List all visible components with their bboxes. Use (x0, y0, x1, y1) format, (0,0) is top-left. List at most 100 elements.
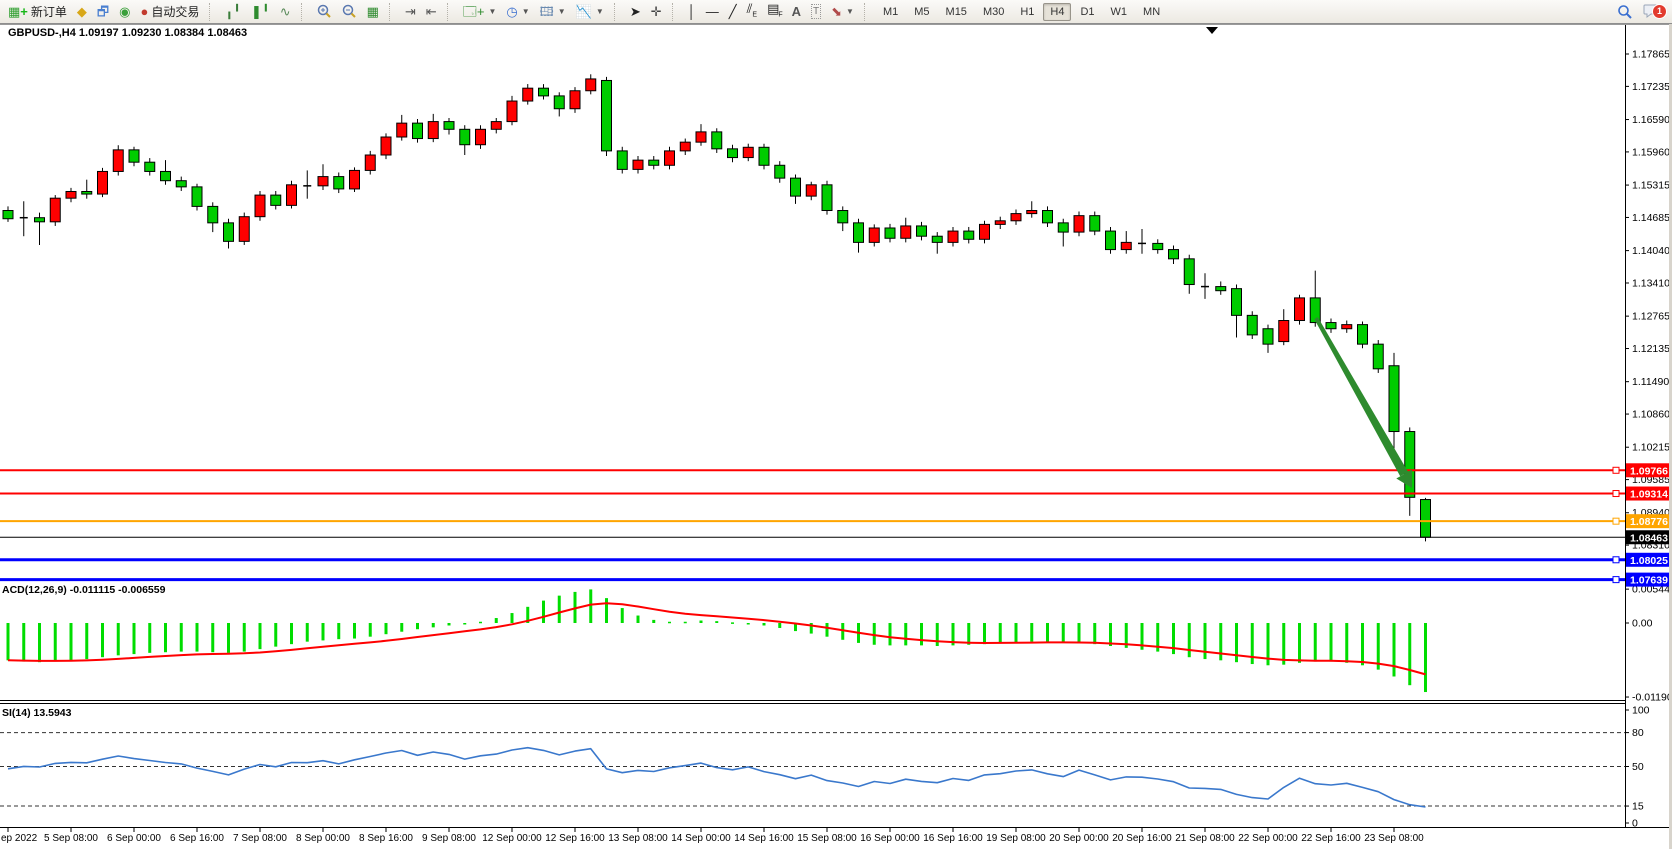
macd-histogram-bar (542, 601, 545, 623)
line-handle[interactable] (1613, 491, 1619, 497)
time-axis-label: 23 Sep 08:00 (1364, 833, 1424, 844)
trendline-tool-button[interactable]: ╱ (724, 3, 742, 20)
macd-histogram-bar (621, 608, 624, 623)
macd-histogram-bar (101, 623, 104, 657)
terminal-button[interactable]: 🗗 (92, 3, 114, 20)
trendline-icon: ╱ (729, 5, 737, 18)
time-axis-label: 5 Sep 08:00 (44, 833, 98, 844)
hline-tool-button[interactable]: — (701, 3, 724, 20)
timeframe-button-d1[interactable]: D1 (1073, 3, 1101, 21)
new-order-icon: ▦+ (8, 5, 28, 18)
candle-down (1326, 323, 1336, 329)
bar-chart-mode-button[interactable]: ╻╹ (220, 3, 246, 20)
macd-histogram-bar (38, 623, 41, 662)
indicators-button[interactable]: 📉▼ (571, 3, 609, 20)
macd-histogram-bar (148, 623, 151, 653)
toolbar-separator (864, 3, 870, 21)
arrows-tool-button[interactable]: ⬊▼ (826, 3, 859, 20)
macd-histogram-bar (1424, 623, 1427, 692)
macd-histogram-bar (589, 589, 592, 623)
price-chart[interactable]: 1.178651.172351.165901.159601.153151.146… (0, 0, 1672, 849)
auto-trading-button[interactable]: ● 自动交易 (135, 3, 204, 20)
candlestick-icon: ❚╹ (251, 5, 270, 18)
crosshair-tool-button[interactable]: ✛ (646, 3, 667, 20)
toolbar-separator (209, 3, 215, 21)
cursor-icon: ➤ (630, 5, 641, 18)
candle-down (964, 231, 974, 239)
macd-histogram-bar (936, 623, 939, 646)
candle-down (539, 88, 549, 96)
candle-up (287, 185, 297, 206)
signals-button[interactable]: ◉ (114, 3, 135, 20)
notifications-button[interactable]: 1 (1643, 3, 1660, 21)
candle-down (1263, 329, 1273, 344)
candle-up (397, 123, 407, 137)
timeframe-button-h4[interactable]: H4 (1043, 3, 1071, 21)
time-axis-label: 15 Sep 08:00 (797, 833, 857, 844)
template-icon: 🖽 (540, 5, 554, 18)
cursor-tool-button[interactable]: ➤ (625, 3, 646, 20)
vline-tool-button[interactable]: │ (683, 3, 701, 20)
macd-histogram-bar (920, 623, 923, 645)
line-handle[interactable] (1613, 577, 1619, 583)
zoom-in-button[interactable] (312, 3, 337, 20)
line-handle[interactable] (1613, 557, 1619, 563)
price-axis-label: 1.10215 (1632, 442, 1670, 454)
timeframe-button-h1[interactable]: H1 (1013, 3, 1041, 21)
label-tool-button[interactable]: T (806, 3, 826, 20)
candle-down (712, 132, 722, 149)
candle-down (649, 160, 659, 165)
auto-scroll-button[interactable]: ⇥ (400, 3, 421, 20)
price-axis-label: 1.15960 (1632, 146, 1670, 158)
market-button[interactable]: ◆ (72, 3, 92, 20)
timeframe-button-m15[interactable]: M15 (939, 3, 974, 21)
tile-windows-button[interactable]: ▦ (362, 3, 384, 20)
timeframe-button-mn[interactable]: MN (1136, 3, 1167, 21)
line-handle[interactable] (1613, 467, 1619, 473)
macd-axis-label: 0.00 (1632, 618, 1653, 630)
price-label-text: 1.08025 (1630, 555, 1668, 567)
line-handle[interactable] (1613, 518, 1619, 524)
candle-chart-mode-button[interactable]: ❚╹ (246, 3, 275, 20)
timeframe-button-m5[interactable]: M5 (907, 3, 936, 21)
line-chart-icon: ∿ (280, 5, 291, 18)
rsi-axis-label: 15 (1632, 801, 1644, 813)
macd-histogram-bar (1093, 623, 1096, 644)
new-chart-button[interactable]: 🗔+▼ (458, 3, 502, 20)
auto-scroll-icon: ⇥ (405, 5, 416, 18)
search-icon[interactable] (1617, 4, 1633, 20)
period-button[interactable]: ◷▼ (501, 3, 534, 20)
timeframe-button-m1[interactable]: M1 (876, 3, 905, 21)
toolbar-separator (447, 3, 453, 21)
time-axis-label: 20 Sep 00:00 (1049, 833, 1109, 844)
macd-histogram-bar (684, 622, 687, 624)
candle-up (365, 155, 375, 170)
macd-histogram-bar (747, 623, 750, 625)
candle-up (350, 170, 360, 189)
macd-histogram-bar (558, 596, 561, 623)
candle-up (1295, 298, 1305, 321)
macd-histogram-bar (196, 623, 199, 652)
candle-up (680, 142, 690, 151)
time-axis-label: 16 Sep 16:00 (923, 833, 983, 844)
candle-down (1090, 216, 1100, 231)
candle-up (869, 228, 879, 242)
fibonacci-tool-button[interactable]: ▤F (762, 3, 787, 20)
template-button[interactable]: 🖽▼ (535, 3, 571, 20)
chart-shift-button[interactable]: ⇤ (421, 3, 442, 20)
mt4-window: ▦+ 新订单 ◆ 🗗 ◉ ● 自动交易 ╻╹ ❚╹ ∿ (0, 0, 1672, 849)
macd-histogram-bar (164, 623, 167, 652)
text-tool-button[interactable]: A (787, 3, 806, 20)
zoom-out-button[interactable] (337, 3, 362, 20)
macd-histogram-bar (274, 623, 277, 647)
line-chart-mode-button[interactable]: ∿ (275, 3, 296, 20)
timeframe-button-w1[interactable]: W1 (1104, 3, 1135, 21)
chart-area[interactable]: 1.178651.172351.165901.159601.153151.146… (0, 0, 1672, 849)
timeframe-button-m30[interactable]: M30 (976, 3, 1011, 21)
text-icon: A (792, 5, 801, 18)
auto-trading-label: 自动交易 (151, 3, 199, 20)
price-label-text: 1.09766 (1630, 465, 1668, 477)
channel-tool-button[interactable]: ⫽E (742, 3, 762, 20)
new-order-button[interactable]: ▦+ 新订单 (3, 3, 72, 20)
time-axis-label: 13 Sep 08:00 (608, 833, 668, 844)
